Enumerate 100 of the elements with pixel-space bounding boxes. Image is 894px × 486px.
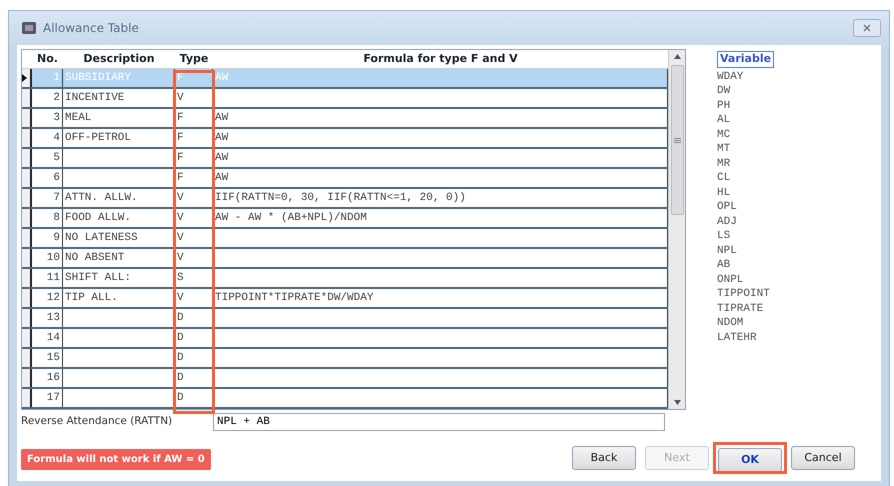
row-header-cell[interactable] — [22, 329, 32, 347]
variable-item[interactable]: NDOM — [717, 316, 774, 330]
row-header-cell[interactable] — [22, 189, 32, 207]
variable-item[interactable]: LS — [717, 229, 774, 244]
table-row[interactable]: 12 TIP ALL. V TIPPOINT*TIPRATE*DW/WDAY — [22, 289, 668, 309]
table-row[interactable]: 10 NO ABSENT V — [22, 249, 668, 269]
table-row[interactable]: 3 MEAL F AW — [22, 109, 668, 129]
scrollbar[interactable] — [668, 50, 685, 409]
dialog-button[interactable]: Back — [572, 446, 636, 470]
variable-item[interactable]: AB — [717, 258, 774, 272]
table-cell: TIP ALL. — [63, 289, 175, 307]
list-header: Variable — [717, 51, 774, 68]
table-cell: V — [175, 189, 213, 207]
table-cell: D — [175, 309, 213, 327]
close-icon — [863, 24, 871, 32]
table-row[interactable]: 16 D — [22, 369, 668, 389]
table-cell: 7 — [32, 189, 63, 207]
row-header-cell[interactable] — [22, 369, 32, 387]
table-cell: S — [175, 269, 213, 287]
table-cell: F — [175, 169, 213, 187]
table-cell: 14 — [32, 329, 63, 347]
row-header-cell[interactable] — [22, 149, 32, 167]
table-cell: F — [175, 69, 213, 87]
field-label: Reverse Attendance (RATTN) — [21, 414, 174, 430]
table-cell: 11 — [32, 269, 63, 287]
table-row[interactable]: 2 INCENTIVE V — [22, 89, 668, 109]
table-cell: 17 — [32, 389, 63, 407]
table-row[interactable]: 6 F AW — [22, 169, 668, 189]
variable-item[interactable]: LATEHR — [717, 330, 774, 345]
table-cell: 4 — [32, 129, 63, 147]
variable-item[interactable]: HL — [717, 186, 774, 200]
variable-item[interactable]: MC — [717, 128, 774, 142]
row-header-cell[interactable] — [22, 349, 32, 367]
table-cell: F — [175, 149, 213, 167]
variable-item[interactable]: MR — [717, 156, 774, 171]
table-cell: V — [175, 229, 213, 247]
table-row[interactable]: 5 F AW — [22, 149, 668, 169]
column-header[interactable]: Description — [63, 50, 175, 68]
row-header-cell[interactable] — [22, 289, 32, 307]
table-cell: OFF-PETROL — [63, 129, 175, 147]
dialog-button[interactable]: Cancel — [791, 446, 855, 470]
ok-button[interactable]: OK — [718, 448, 782, 472]
column-header[interactable]: No. — [32, 50, 63, 68]
variable-item[interactable]: DW — [717, 84, 774, 98]
app-icon — [21, 20, 37, 36]
table-cell: INCENTIVE — [63, 89, 175, 107]
variable-item[interactable]: AL — [717, 113, 774, 128]
row-header-cell[interactable] — [22, 309, 32, 327]
row-header-cell[interactable] — [22, 169, 32, 187]
row-header-cell[interactable] — [22, 129, 32, 147]
variable-item[interactable]: NPL — [717, 244, 774, 258]
row-header-cell[interactable] — [22, 69, 32, 87]
table-row[interactable]: 8 FOOD ALLW. V AW - AW * (AB+NPL)/NDOM — [22, 209, 668, 229]
table-cell: V — [175, 289, 213, 307]
row-header-cell[interactable] — [22, 249, 32, 267]
rattn-formula-field[interactable]: NPL + AB — [213, 413, 665, 431]
row-header-cell[interactable] — [22, 89, 32, 107]
variable-item[interactable]: TIPRATE — [717, 302, 774, 316]
table-cell: 6 — [32, 169, 63, 187]
row-header-cell[interactable] — [22, 229, 32, 247]
scroll-up-icon[interactable] — [674, 54, 680, 59]
scroll-thumb[interactable] — [670, 65, 684, 215]
variable-item[interactable]: PH — [717, 98, 774, 113]
table-cell: ATTN. ALLW. — [63, 189, 175, 207]
variable-item[interactable]: OPL — [717, 200, 774, 214]
variable-item[interactable]: ONPL — [717, 272, 774, 287]
table-cell: F — [175, 129, 213, 147]
table-cell: 10 — [32, 249, 63, 267]
variable-item[interactable]: CL — [717, 171, 774, 186]
table-cell: MEAL — [63, 109, 175, 127]
variable-item[interactable]: ADJ — [717, 214, 774, 229]
close-button[interactable] — [853, 19, 881, 37]
variable-item[interactable]: WDAY — [717, 70, 774, 84]
column-header[interactable]: Type — [175, 50, 213, 68]
column-header[interactable]: Formula for type F and V — [213, 50, 668, 68]
table-row[interactable]: 9 NO LATENESS V — [22, 229, 668, 249]
scroll-down-icon[interactable] — [674, 400, 680, 405]
table-cell: 8 — [32, 209, 63, 227]
table-cell: D — [175, 329, 213, 347]
table-row[interactable]: 15 D — [22, 349, 668, 369]
table-row[interactable]: 11 SHIFT ALL: S — [22, 269, 668, 289]
warning-label: Formula will not work if AW = 0 — [21, 448, 211, 470]
variable-item[interactable]: MT — [717, 142, 774, 156]
table-row[interactable]: 4 OFF-PETROL F AW — [22, 129, 668, 149]
table-cell: D — [175, 349, 213, 367]
table-row[interactable]: 13 D — [22, 309, 668, 329]
table-cell: F — [175, 109, 213, 127]
row-header-cell[interactable] — [22, 109, 32, 127]
table-row[interactable]: 17 D — [22, 389, 668, 409]
row-header-cell[interactable] — [22, 209, 32, 227]
variable-item[interactable]: TIPPOINT — [717, 287, 774, 302]
table-row[interactable]: 7 ATTN. ALLW. V IIF(RATTN=0, 30, IIF(RATTN<=1, 20, 0)) — [22, 189, 668, 209]
row-header-cell[interactable] — [22, 389, 32, 407]
table-cell: 15 — [32, 349, 63, 367]
table-row[interactable]: 14 D — [22, 329, 668, 349]
row-header-cell[interactable] — [22, 269, 32, 287]
table-cell: V — [175, 249, 213, 267]
table-cell: 16 — [32, 369, 63, 387]
table-cell: V — [175, 209, 213, 227]
table-cell: D — [175, 389, 213, 407]
